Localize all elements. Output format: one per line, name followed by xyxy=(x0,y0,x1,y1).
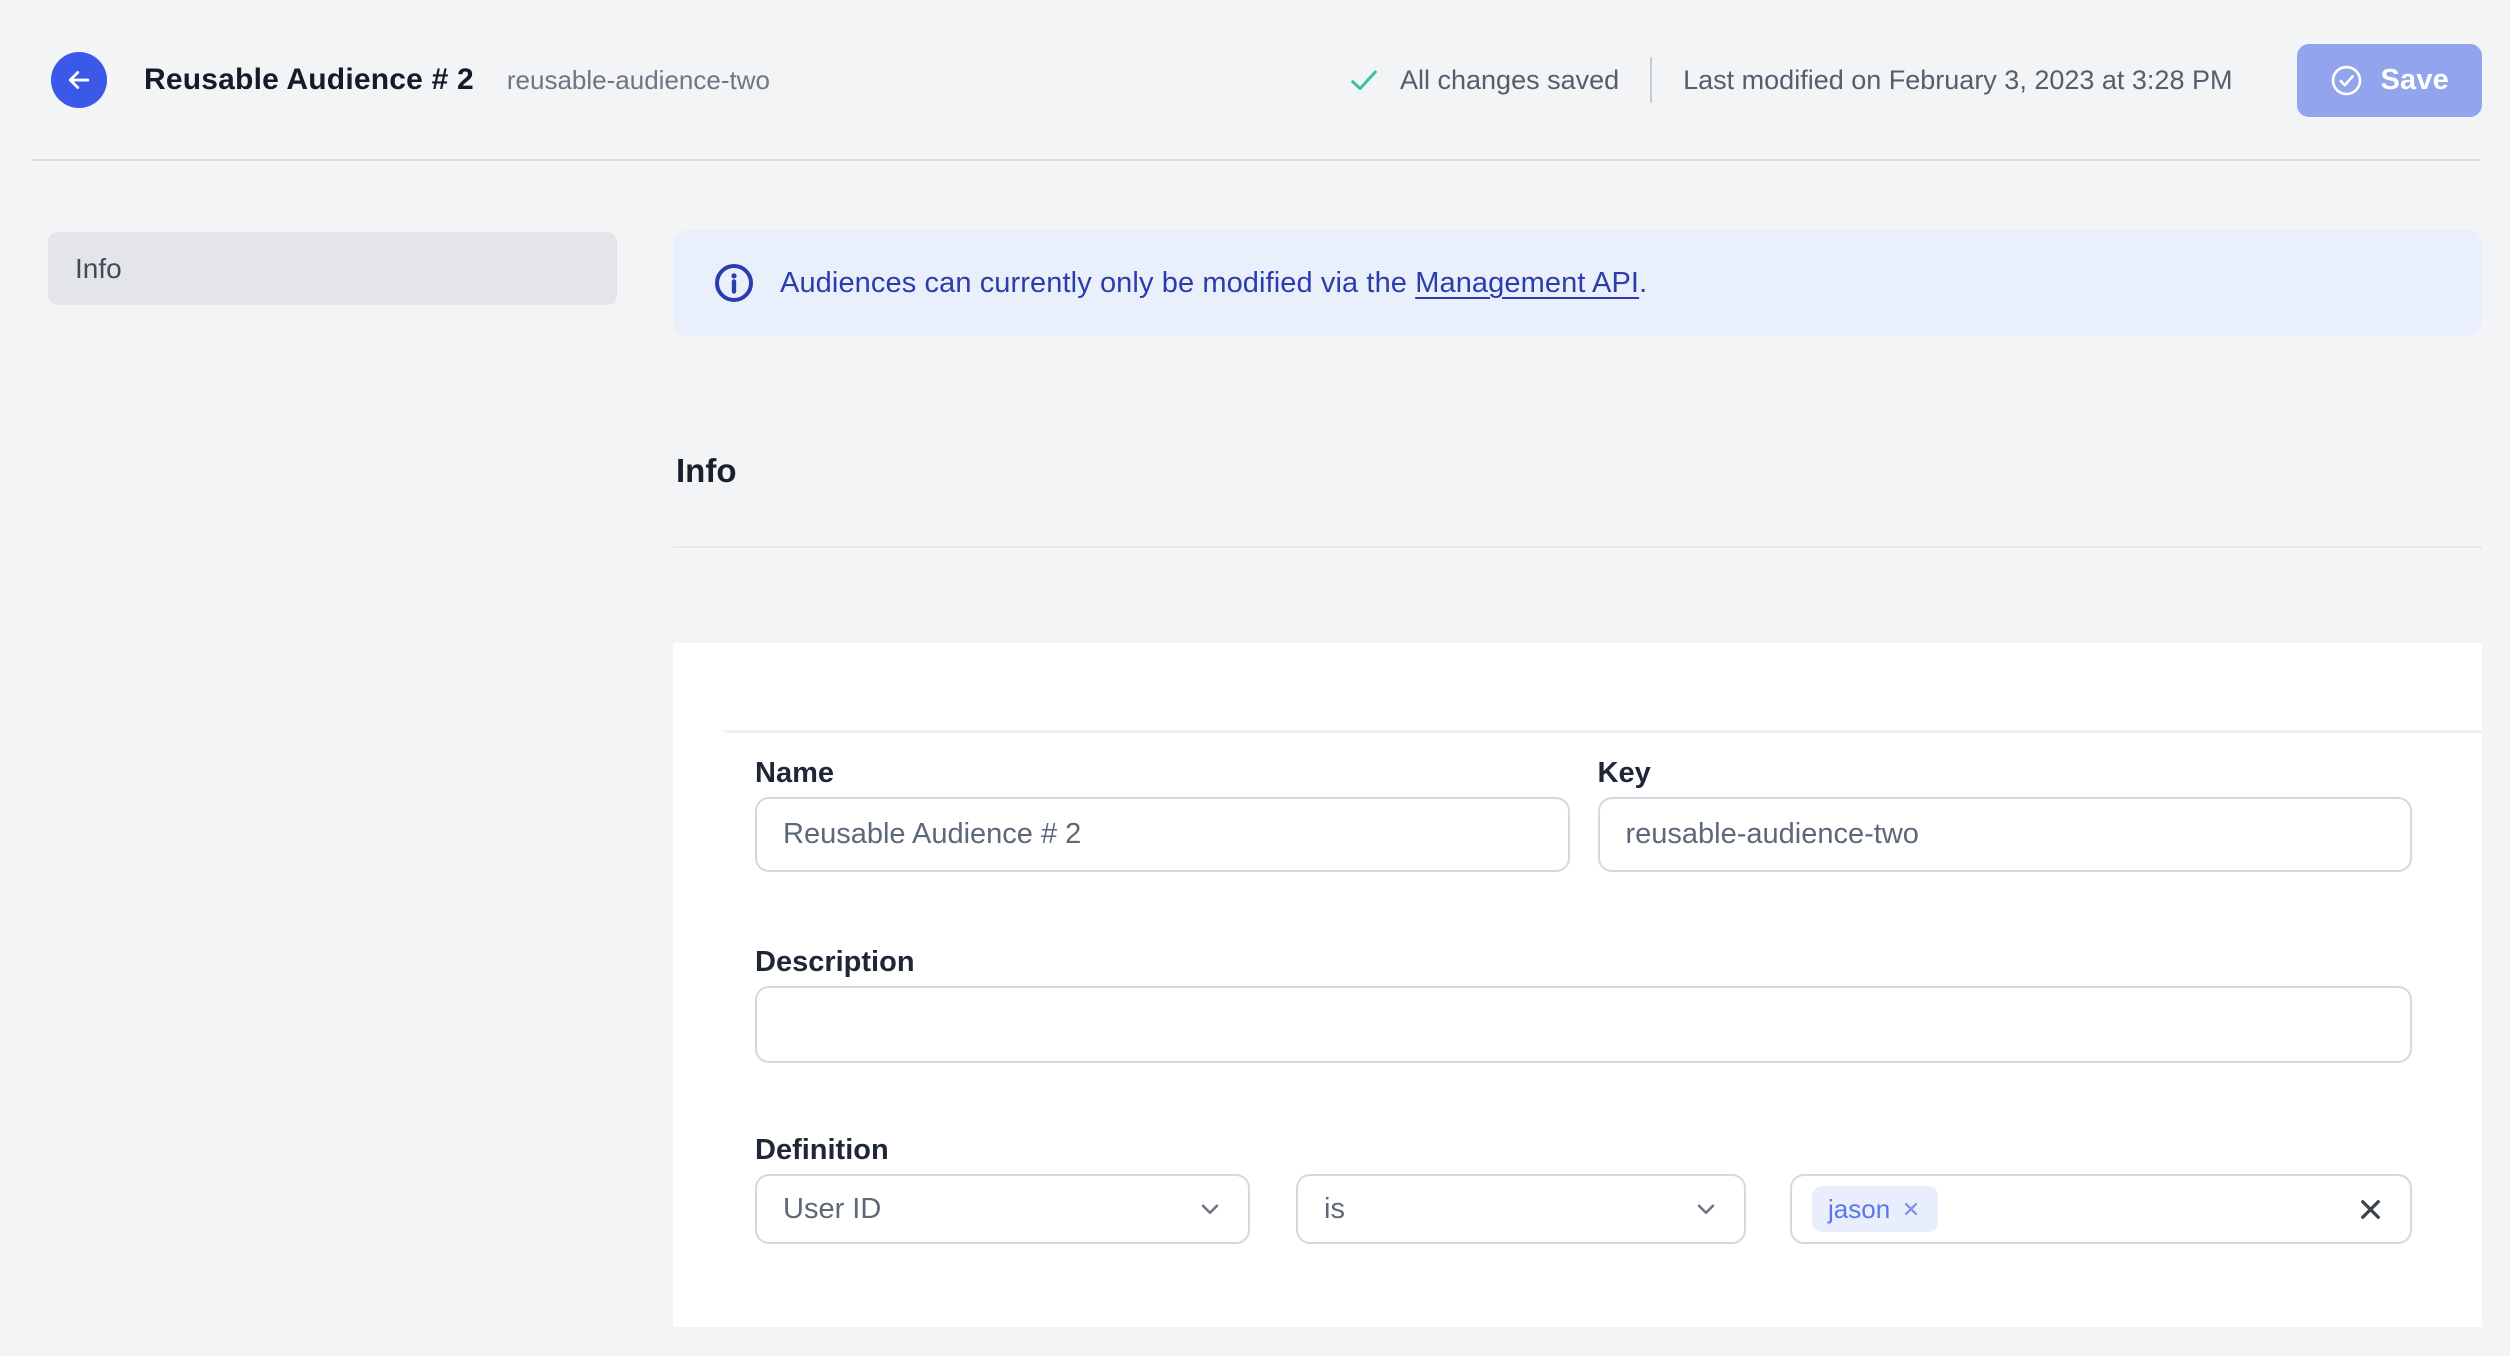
banner-text-after: . xyxy=(1639,266,1648,299)
saved-status-text: All changes saved xyxy=(1400,64,1620,95)
trait-select[interactable]: User ID xyxy=(755,1174,1250,1244)
info-circle-icon xyxy=(713,262,755,304)
value-chip-label: jason xyxy=(1828,1193,1891,1224)
description-field-group: Description xyxy=(755,945,2412,1063)
chevron-down-icon xyxy=(1196,1195,1224,1223)
description-label: Description xyxy=(755,946,915,978)
management-api-link[interactable]: Management API xyxy=(1415,267,1639,299)
check-icon xyxy=(1347,63,1381,97)
section-rule xyxy=(673,546,2482,548)
key-label: Key xyxy=(1597,757,1651,789)
banner-text-before: Audiences can currently only be modified… xyxy=(780,266,1416,299)
clear-x-icon xyxy=(2355,1194,2386,1225)
save-button-label: Save xyxy=(2380,63,2449,96)
info-card: Name Key Description Definition User ID … xyxy=(673,643,2482,1327)
key-input[interactable] xyxy=(1597,797,2412,872)
card-top-rule xyxy=(724,730,2482,733)
name-field-group: Name xyxy=(755,756,1570,872)
chip-remove-x-icon[interactable] xyxy=(1900,1198,1922,1220)
check-circle-icon xyxy=(2330,64,2363,97)
banner-text: Audiences can currently only be modified… xyxy=(780,267,1647,300)
sidebar-item-info[interactable]: Info xyxy=(48,232,617,305)
name-input[interactable] xyxy=(755,797,1570,872)
operator-select-value: is xyxy=(1324,1192,1345,1225)
saved-status: All changes saved xyxy=(1347,63,1619,97)
header-rule xyxy=(32,159,2480,161)
back-button[interactable] xyxy=(51,52,107,108)
arrow-left-icon xyxy=(64,65,94,95)
sidebar: Info xyxy=(48,232,617,305)
chevron-down-icon xyxy=(1692,1195,1720,1223)
info-banner: Audiences can currently only be modified… xyxy=(673,230,2482,336)
description-input[interactable] xyxy=(755,986,2412,1063)
section-title: Info xyxy=(676,452,737,489)
name-label: Name xyxy=(755,757,834,789)
definition-values-input[interactable]: jason xyxy=(1790,1174,2412,1244)
definition-field-group: Definition User ID is jason xyxy=(755,1133,2412,1244)
save-button[interactable]: Save xyxy=(2297,43,2482,117)
last-modified-text: Last modified on February 3, 2023 at 3:2… xyxy=(1683,64,2233,95)
trait-select-value: User ID xyxy=(783,1192,882,1225)
header: Reusable Audience # 2 reusable-audience-… xyxy=(0,0,2510,160)
key-field-group: Key xyxy=(1597,756,2412,872)
page-title: Reusable Audience # 2 xyxy=(144,63,474,96)
value-chip: jason xyxy=(1812,1186,1939,1232)
definition-label: Definition xyxy=(755,1134,889,1166)
header-divider xyxy=(1650,57,1653,103)
sidebar-item-label: Info xyxy=(75,252,122,284)
operator-select[interactable]: is xyxy=(1296,1174,1746,1244)
page-subtitle: reusable-audience-two xyxy=(506,64,770,95)
clear-values-button[interactable] xyxy=(2355,1194,2386,1225)
